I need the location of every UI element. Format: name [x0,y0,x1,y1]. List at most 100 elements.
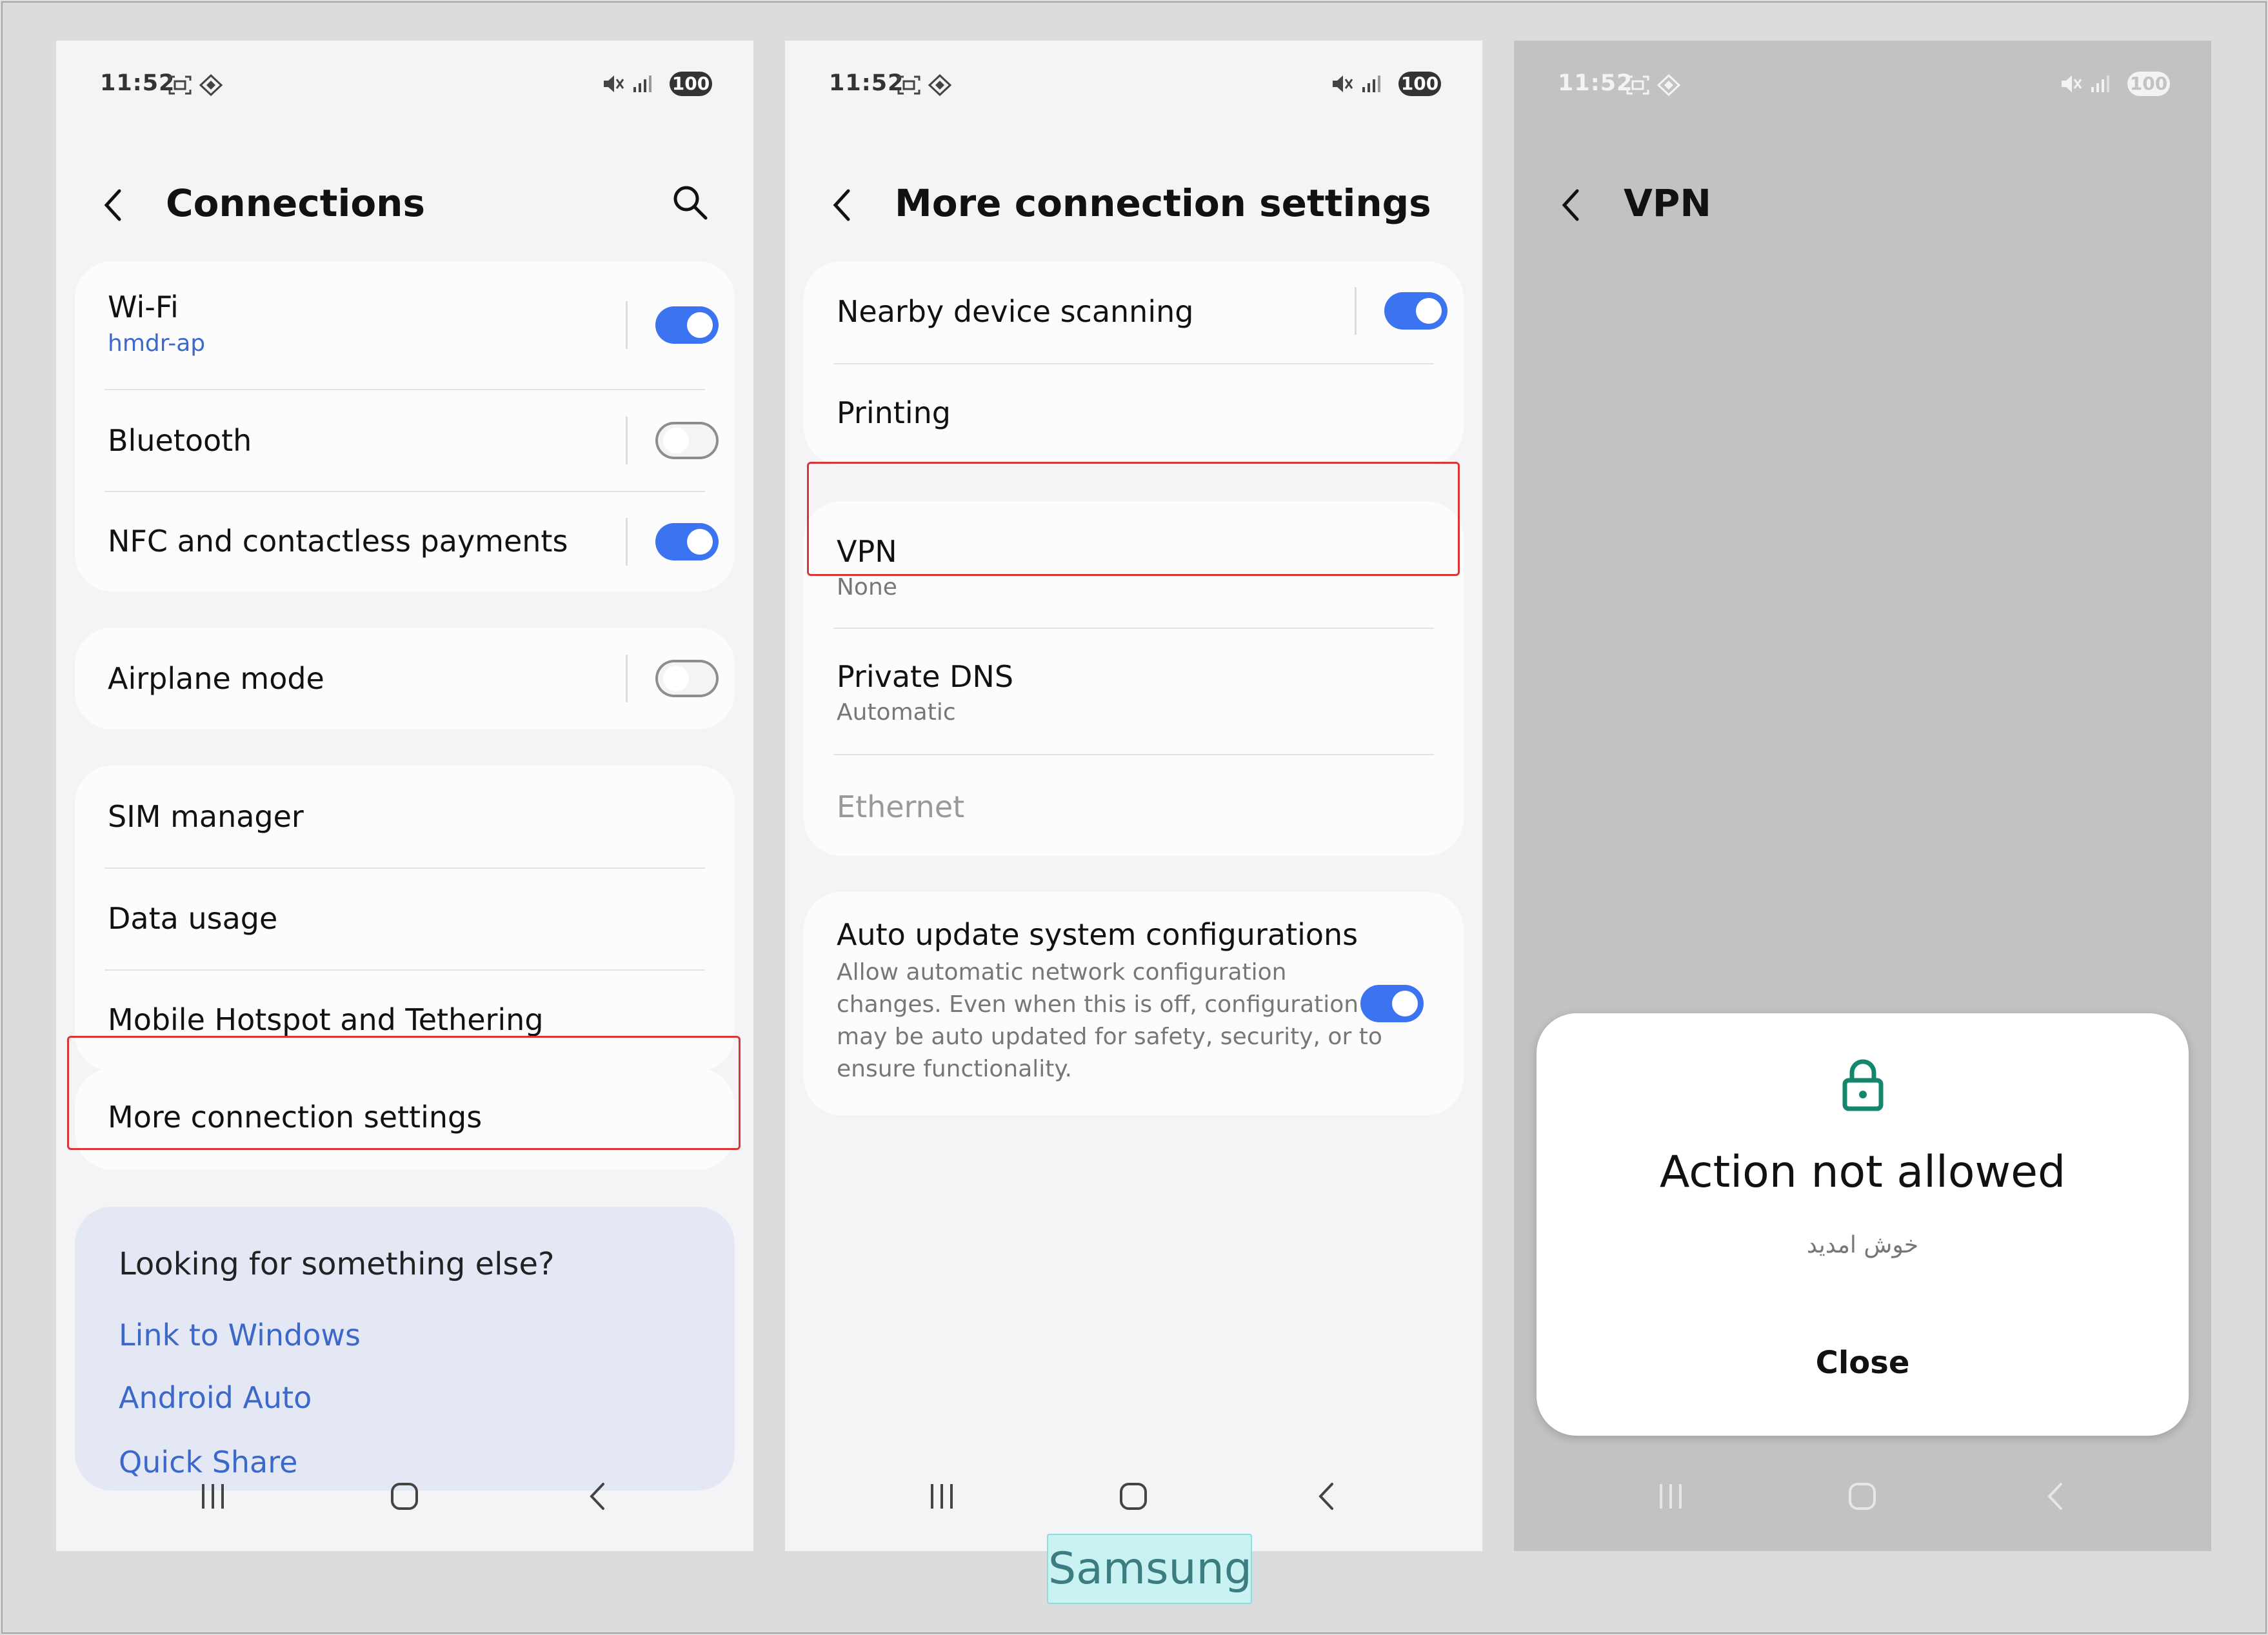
vpn-value: None [837,574,897,600]
suggestions-card: Looking for something else? Link to Wind… [75,1207,735,1491]
dialog-title: Action not allowed [1659,1147,2066,1198]
app-bar: VPN [1514,166,2211,244]
dialog-subtitle: خوش امدید [1806,1232,1919,1258]
printing-row[interactable]: Printing [804,364,1464,465]
back-arrow-icon[interactable] [1558,186,1584,224]
wifi-network: hmdr-ap [108,330,206,357]
screenshot-icon [1626,75,1649,95]
auto-update-toggle[interactable] [1360,985,1424,1022]
nfc-row[interactable]: NFC and contactless payments [75,492,735,591]
data-usage-row[interactable]: Data usage [75,869,735,969]
navigation-bar [1514,1467,2211,1538]
ethernet-row: Ethernet [804,755,1464,856]
scanning-card: Nearby device scanning Printing [804,261,1464,465]
nearby-scanning-toggle[interactable] [1384,292,1447,330]
wireless-card: Wi-Fi hmdr-ap Bluetooth NFC and contactl… [75,261,735,591]
auto-update-card: Auto update system configurations Allow … [804,892,1464,1115]
row-separator [626,301,628,349]
highlight-box [67,1036,741,1150]
battery-indicator: 100 [1398,72,1441,96]
auto-update-desc-line2: changes. Even when this is off, configur… [837,991,1359,1018]
bluetooth-row[interactable]: Bluetooth [75,390,735,491]
search-icon[interactable] [671,183,710,222]
signal-icon [2091,75,2109,92]
link-to-windows-link[interactable]: Link to Windows [119,1317,361,1353]
wifi-label: Wi-Fi [108,290,179,324]
wifi-toggle[interactable] [655,306,719,344]
app-bar: Connections [56,166,753,244]
lock-icon [1842,1059,1884,1111]
data-usage-label: Data usage [108,901,278,936]
private-dns-label: Private DNS [837,659,1014,694]
nearby-scanning-row[interactable]: Nearby device scanning [804,261,1464,363]
status-bar: 11:52 100 [1514,65,2211,101]
battery-indicator: 100 [670,72,712,96]
nfc-label: NFC and contactless payments [108,524,568,559]
airplane-row[interactable]: Airplane mode [75,628,735,729]
page-title: VPN [1624,181,1711,225]
printing-label: Printing [837,395,951,430]
android-auto-link[interactable]: Android Auto [119,1380,312,1416]
status-bar: 11:52 100 [785,65,1482,101]
sim-manager-label: SIM manager [108,799,304,834]
action-not-allowed-dialog: Action not allowed خوش امدید Close [1537,1013,2189,1436]
auto-update-label: Auto update system configurations [837,917,1358,952]
nearby-scanning-label: Nearby device scanning [837,294,1194,329]
status-bar: 11:52 100 [56,65,753,101]
auto-update-desc-line4: ensure functionality. [837,1056,1072,1082]
home-icon[interactable] [388,1480,421,1512]
app-bar: More connection settings [785,166,1482,244]
brand-caption: Samsung [1047,1534,1252,1604]
status-time: 11:52 [1558,70,1633,96]
battery-indicator: 100 [2127,72,2170,96]
mute-icon [2062,75,2082,92]
recents-icon[interactable] [1655,1480,1687,1512]
vpn-screen: 11:52 100 VPN Action not allowed خوش امد… [1514,41,2211,1551]
row-separator [626,655,628,702]
status-time: 11:52 [100,70,175,96]
close-button[interactable]: Close [1537,1343,2189,1382]
bluetooth-label: Bluetooth [108,423,252,458]
auto-update-row[interactable]: Auto update system configurations Allow … [804,892,1464,1115]
back-arrow-icon[interactable] [100,186,126,224]
mute-icon [1333,75,1353,92]
nfc-toggle[interactable] [655,523,719,560]
row-separator [626,518,628,566]
airplane-label: Airplane mode [108,661,324,696]
ethernet-label: Ethernet [837,789,965,824]
airplane-toggle[interactable] [655,660,719,697]
navigation-bar [56,1467,753,1538]
private-dns-row[interactable]: Private DNS Automatic [804,629,1464,754]
recents-icon[interactable] [197,1480,229,1512]
mute-icon [604,75,624,92]
screenshot-icon [168,75,192,95]
back-nav-icon[interactable] [1311,1480,1343,1512]
network-card: SIM manager Data usage Mobile Hotspot an… [75,766,735,1071]
row-separator [626,417,628,464]
vpn-key-icon [928,74,952,96]
auto-update-desc-line1: Allow automatic network configuration [837,959,1287,986]
suggestions-title: Looking for something else? [119,1246,555,1282]
private-dns-value: Automatic [837,699,956,726]
sim-manager-row[interactable]: SIM manager [75,766,735,867]
back-nav-icon[interactable] [582,1480,614,1512]
page-title: Connections [166,181,425,225]
signal-icon [1362,75,1380,92]
row-separator [1355,287,1357,335]
airplane-card: Airplane mode [75,628,735,729]
signal-icon [633,75,652,92]
back-nav-icon[interactable] [2040,1480,2072,1512]
home-icon[interactable] [1846,1480,1878,1512]
back-arrow-icon[interactable] [829,186,855,224]
hotspot-label: Mobile Hotspot and Tethering [108,1002,544,1037]
recents-icon[interactable] [926,1480,958,1512]
page-title: More connection settings [895,181,1431,225]
more-connection-settings-screen: 11:52 100 More connection settings Nearb… [785,41,1482,1551]
home-icon[interactable] [1117,1480,1149,1512]
connections-screen: 11:52 100 Connections Wi-Fi hmdr-ap Blue… [56,41,753,1551]
wifi-row[interactable]: Wi-Fi hmdr-ap [75,261,735,389]
screenshot-icon [897,75,920,95]
highlight-box [807,462,1460,576]
bluetooth-toggle[interactable] [655,422,719,459]
auto-update-desc-line3: may be auto updated for safety, security… [837,1024,1382,1050]
